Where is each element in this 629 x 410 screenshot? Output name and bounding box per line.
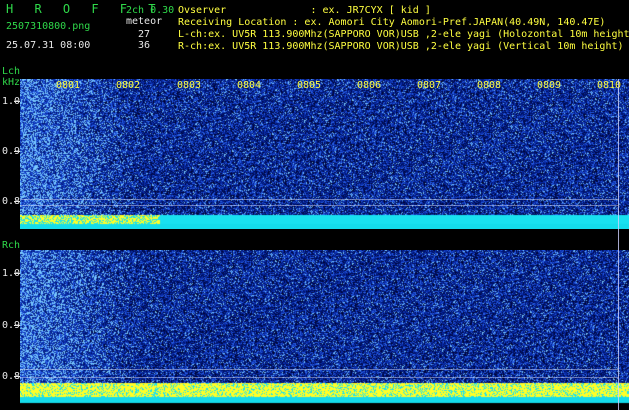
current-time-marker: [618, 79, 619, 410]
file-name: 2507310800.png: [6, 21, 91, 32]
lch-info-line: L-ch:ex. UV5R 113.900Mhz(SAPPORO VOR)USB…: [178, 29, 629, 40]
location-line: Receiving Location : ex. Aomori City Aom…: [178, 17, 606, 28]
time-tick: 0804: [237, 80, 262, 91]
time-tick: 0808: [477, 80, 502, 91]
rch-ytick-0-8: 0.8: [2, 371, 21, 382]
lch-spectrogram: [20, 79, 629, 229]
lch-guide-line: [20, 205, 618, 206]
file-datetime: 25.07.31 08:00: [6, 40, 91, 51]
time-tick: 0801: [56, 80, 81, 91]
rch-count: 36: [138, 40, 151, 51]
time-tick: 0802: [116, 80, 141, 91]
rch-label: Rch: [2, 240, 21, 251]
time-tick: 0806: [357, 80, 382, 91]
lch-tick-mark: [14, 201, 20, 202]
time-tick: 0809: [537, 80, 562, 91]
observer-line: Ovserver : ex. JR7CYX [ kid ]: [178, 5, 431, 16]
mode-label: meteor: [126, 16, 163, 27]
lch-tick-mark: [14, 101, 20, 102]
rch-ytick-1-0: 1.0: [2, 268, 21, 279]
lch-tick-mark: [14, 151, 20, 152]
rch-spectrogram: [20, 250, 629, 408]
hroft-window: H R O F F T 2ch 0.30 meteor 2507310800.p…: [0, 0, 629, 410]
lch-unit: kHz: [2, 77, 21, 88]
rch-info-line: R-ch:ex. UV5R 113.900Mhz(SAPPORO VOR)USB…: [178, 41, 624, 52]
rch-tick-mark: [14, 325, 20, 326]
time-tick: 0803: [177, 80, 202, 91]
lch-ytick-0-8: 0.8: [2, 196, 21, 207]
rch-guide-line: [20, 369, 618, 370]
time-tick: 0805: [297, 80, 322, 91]
rch-guide-line: [20, 377, 618, 378]
lch-ytick-0-9: 0.9: [2, 146, 21, 157]
time-tick: 0807: [417, 80, 442, 91]
rch-tick-mark: [14, 273, 20, 274]
rch-ytick-0-9: 0.9: [2, 320, 21, 331]
lch-guide-line: [20, 199, 618, 200]
lch-ytick-1-0: 1.0: [2, 96, 21, 107]
